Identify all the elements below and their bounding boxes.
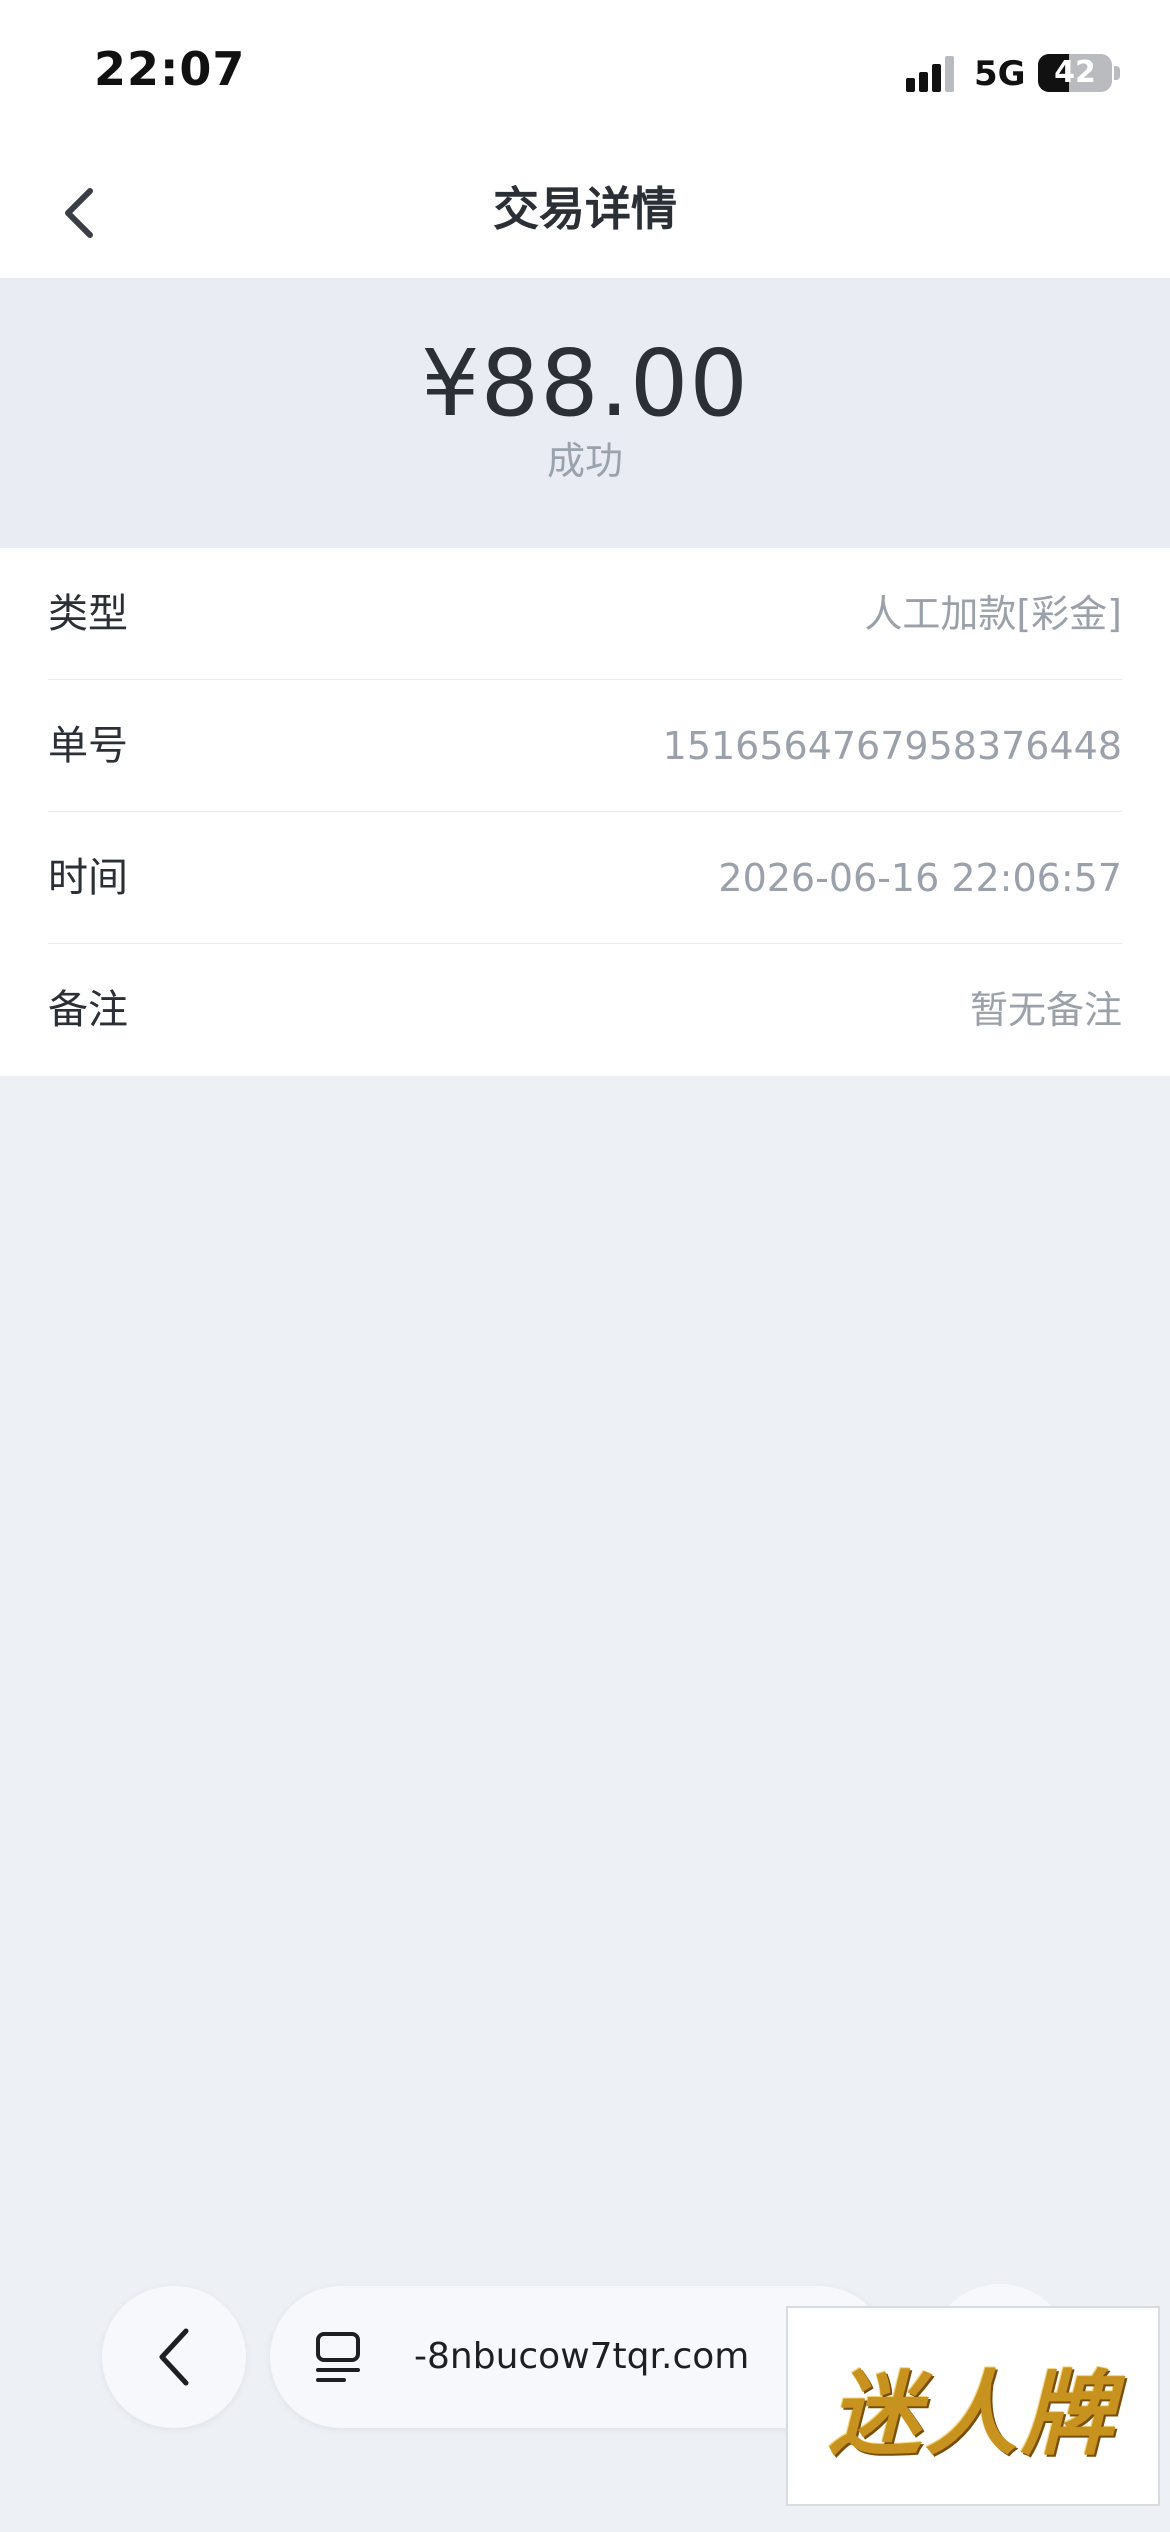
- browser-back-button[interactable]: [102, 2286, 246, 2428]
- battery-cap: [1114, 66, 1120, 80]
- chevron-left-icon: [159, 2328, 189, 2386]
- detail-label: 备注: [48, 987, 128, 1033]
- status-bar: 22:07 5G 42: [0, 0, 1170, 150]
- logo-text: 迷人牌: [828, 2359, 1117, 2468]
- transaction-status: 成功: [546, 439, 623, 483]
- page-title: 交易详情: [493, 182, 677, 236]
- detail-value: 2026-06-16 22:06:57: [718, 856, 1122, 900]
- nav-bar: 交易详情: [0, 150, 1170, 278]
- tabs-icon[interactable]: [314, 2330, 370, 2386]
- logo: 迷人牌: [786, 2306, 1160, 2506]
- signal-icon: [906, 56, 958, 92]
- url-text[interactable]: -8nbucow7tqr.com: [414, 2286, 749, 2428]
- detail-row-time: 时间 2026-06-16 22:06:57: [48, 812, 1122, 944]
- back-button[interactable]: [40, 178, 120, 248]
- detail-row-remark: 备注 暂无备注: [48, 944, 1122, 1076]
- battery-level: 42: [1054, 55, 1096, 90]
- transaction-amount: ¥88.00: [421, 330, 749, 437]
- detail-row-type: 类型 人工加款[彩金]: [48, 548, 1122, 680]
- status-time: 22:07: [94, 42, 246, 96]
- network-label: 5G: [974, 54, 1026, 94]
- detail-label: 类型: [48, 591, 128, 637]
- detail-label: 时间: [48, 855, 128, 901]
- detail-value: 1516564767958376448: [662, 724, 1122, 768]
- battery-icon: 42: [1038, 54, 1112, 92]
- detail-value: 人工加款[彩金]: [864, 592, 1122, 636]
- detail-list: 类型 人工加款[彩金] 单号 1516564767958376448 时间 20…: [0, 548, 1170, 1076]
- chevron-left-icon: [65, 188, 93, 238]
- detail-row-order-number: 单号 1516564767958376448: [48, 680, 1122, 812]
- amount-summary: ¥88.00 成功: [0, 278, 1170, 548]
- detail-value: 暂无备注: [969, 988, 1122, 1032]
- detail-label: 单号: [48, 723, 128, 769]
- transaction-detail-page: 22:07 5G 42 交易详情 ¥88.00 成功 类型 人工加款[彩金] 单…: [0, 0, 1170, 2532]
